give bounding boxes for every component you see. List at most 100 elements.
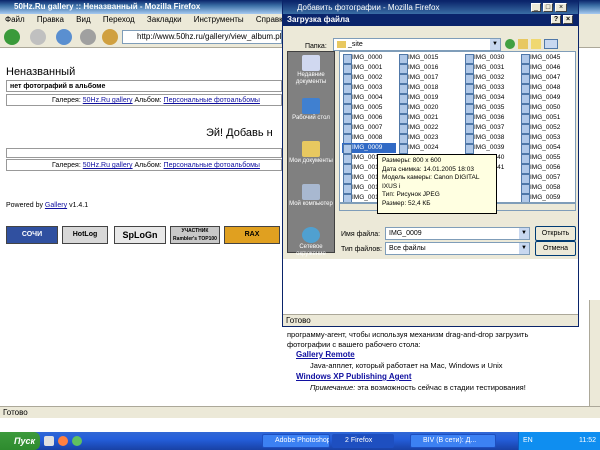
start-button[interactable]: Пуск <box>0 432 40 450</box>
file-item[interactable]: IMG_0006 <box>342 113 396 124</box>
help-icon[interactable]: ? <box>551 15 561 24</box>
file-item[interactable]: IMG_0005 <box>342 103 396 114</box>
file-item[interactable]: IMG_0019 <box>398 93 452 104</box>
file-item[interactable]: IMG_0045 <box>520 53 572 64</box>
minimize-icon[interactable]: _ <box>531 3 541 12</box>
file-item[interactable]: PIC <box>574 73 575 83</box>
file-item[interactable]: PIC <box>574 153 575 163</box>
file-item[interactable]: IMG_0050 <box>520 103 572 114</box>
file-item[interactable]: IMG_0057 <box>520 173 572 184</box>
file-item[interactable]: IMG_0055 <box>520 153 572 164</box>
chevron-down-icon[interactable]: ▼ <box>490 39 500 50</box>
file-item[interactable]: IMG_0016 <box>398 63 452 74</box>
file-item[interactable]: IMG_0001 <box>342 63 396 74</box>
menu-go[interactable]: Переход <box>103 15 135 24</box>
open-button[interactable]: Открыть <box>535 226 576 241</box>
file-item[interactable]: PIC <box>574 93 575 103</box>
file-item[interactable]: PIC <box>574 163 575 173</box>
stop-icon[interactable] <box>80 29 96 45</box>
page-scrollbar[interactable] <box>589 300 600 406</box>
quicklaunch-desktop-icon[interactable] <box>44 436 54 446</box>
back-folder-icon[interactable] <box>505 39 515 49</box>
file-item[interactable]: IMG_0053 <box>520 133 572 144</box>
file-item[interactable]: IMG_0015 <box>398 53 452 64</box>
filename-input[interactable]: IMG_0009 ▼ <box>385 227 530 240</box>
forward-arrow-icon[interactable] <box>30 29 46 45</box>
task-firefox[interactable]: 2 Firefox <box>332 434 394 448</box>
file-item[interactable]: IMG_0022 <box>398 123 452 134</box>
file-item[interactable]: IMG_0003 <box>342 83 396 94</box>
breadcrumb-gallery-link[interactable]: 50Hz.Ru gallery <box>83 97 133 104</box>
file-item[interactable]: IMG_0008 <box>342 133 396 144</box>
quicklaunch-icq-icon[interactable] <box>72 436 82 446</box>
file-item[interactable]: IMG_0032 <box>464 73 518 84</box>
filename-chevron-icon[interactable]: ▼ <box>519 228 529 239</box>
reload-icon[interactable] <box>56 29 72 45</box>
file-item[interactable]: IMG_0039 <box>464 143 518 154</box>
file-item[interactable]: IMG_0049 <box>520 93 572 104</box>
dialog-title-bar[interactable]: Добавить фотографии - Mozilla Firefox _ … <box>283 1 578 14</box>
file-item[interactable]: PIC <box>574 123 575 133</box>
up-folder-icon[interactable] <box>518 39 528 49</box>
file-item[interactable]: IMG_0047 <box>520 73 572 84</box>
file-item[interactable]: IMG_0052 <box>520 123 572 134</box>
file-item[interactable]: PIC <box>574 113 575 123</box>
menu-view[interactable]: Вид <box>76 15 90 24</box>
language-indicator[interactable]: EN <box>523 432 533 450</box>
file-item[interactable]: IMG_0004 <box>342 93 396 104</box>
file-item[interactable]: IMG_0018 <box>398 83 452 94</box>
file-item[interactable]: IMG_0051 <box>520 113 572 124</box>
file-item[interactable]: IMG_0046 <box>520 63 572 74</box>
place-recent[interactable]: Недавние документы <box>288 55 334 95</box>
gallery-link[interactable]: Gallery <box>45 202 67 209</box>
file-item[interactable]: IMG_0033 <box>464 83 518 94</box>
view-menu-icon[interactable] <box>544 39 558 49</box>
file-item[interactable]: PIC <box>574 103 575 113</box>
cancel-button[interactable]: Отмена <box>535 241 576 256</box>
back-arrow-icon[interactable] <box>4 29 20 45</box>
place-desktop[interactable]: Рабочий стол <box>288 98 334 138</box>
rambler-top100-badge[interactable]: УЧАСТНИК Rambler's TOP100 <box>170 226 220 244</box>
file-item[interactable]: PIC <box>574 183 575 193</box>
dialog-close-icon[interactable]: × <box>563 15 573 24</box>
menu-edit[interactable]: Правка <box>37 15 64 24</box>
place-my-computer[interactable]: Мой компьютер <box>288 184 334 224</box>
file-item[interactable]: IMG_0009 <box>342 143 396 154</box>
file-item[interactable]: IMG_0024 <box>398 143 452 154</box>
file-item[interactable]: PIC <box>574 53 575 63</box>
breadcrumb-album-link[interactable]: Персональные фотоальбомы <box>164 97 260 104</box>
filetype-chevron-icon[interactable]: ▼ <box>519 243 529 254</box>
file-item[interactable]: PIC <box>574 63 575 73</box>
file-item[interactable]: IMG_0030 <box>464 53 518 64</box>
breadcrumb-album-link-2[interactable]: Персональные фотоальбомы <box>164 162 260 169</box>
file-item[interactable]: IMG_0023 <box>398 133 452 144</box>
task-im-client[interactable]: BIV (В сети): Д... <box>410 434 496 448</box>
file-item[interactable]: IMG_0000 <box>342 53 396 64</box>
menu-bookmarks[interactable]: Закладки <box>147 15 182 24</box>
file-item[interactable]: PIC <box>574 143 575 153</box>
home-icon[interactable] <box>102 29 118 45</box>
file-item[interactable]: IMG_0038 <box>464 133 518 144</box>
breadcrumb-gallery-link-2[interactable]: 50Hz.Ru gallery <box>83 162 133 169</box>
file-item[interactable]: PIC <box>574 83 575 93</box>
new-folder-icon[interactable] <box>531 39 541 49</box>
menu-tools[interactable]: Инструменты <box>194 15 244 24</box>
file-item[interactable]: IMG_0037 <box>464 123 518 134</box>
file-item[interactable]: IMG_0034 <box>464 93 518 104</box>
file-upload-title-bar[interactable]: Загрузка файла ? × <box>283 14 578 26</box>
quicklaunch-firefox-icon[interactable] <box>58 436 68 446</box>
filetype-select[interactable]: Все файлы ▼ <box>385 242 530 255</box>
splogn-badge[interactable]: SpLoGn <box>114 226 166 244</box>
file-item[interactable]: IMG_0031 <box>464 63 518 74</box>
menu-file[interactable]: Файл <box>5 15 25 24</box>
sochi-counter-badge[interactable]: СОЧИ <box>6 226 58 244</box>
folder-select[interactable]: _site ▼ <box>333 38 501 51</box>
file-item[interactable]: IMG_0021 <box>398 113 452 124</box>
url-input[interactable]: http://www.50hz.ru/gallery/view_album.ph… <box>122 30 282 44</box>
file-item[interactable]: IMG_0035 <box>464 103 518 114</box>
file-item[interactable]: PIC <box>574 133 575 143</box>
xp-publishing-agent-link[interactable]: Windows XP Publishing Agent <box>296 372 411 381</box>
file-item[interactable]: IMG_0017 <box>398 73 452 84</box>
file-item[interactable]: IMG_0054 <box>520 143 572 154</box>
hotlog-badge[interactable]: HotLog <box>62 226 108 244</box>
